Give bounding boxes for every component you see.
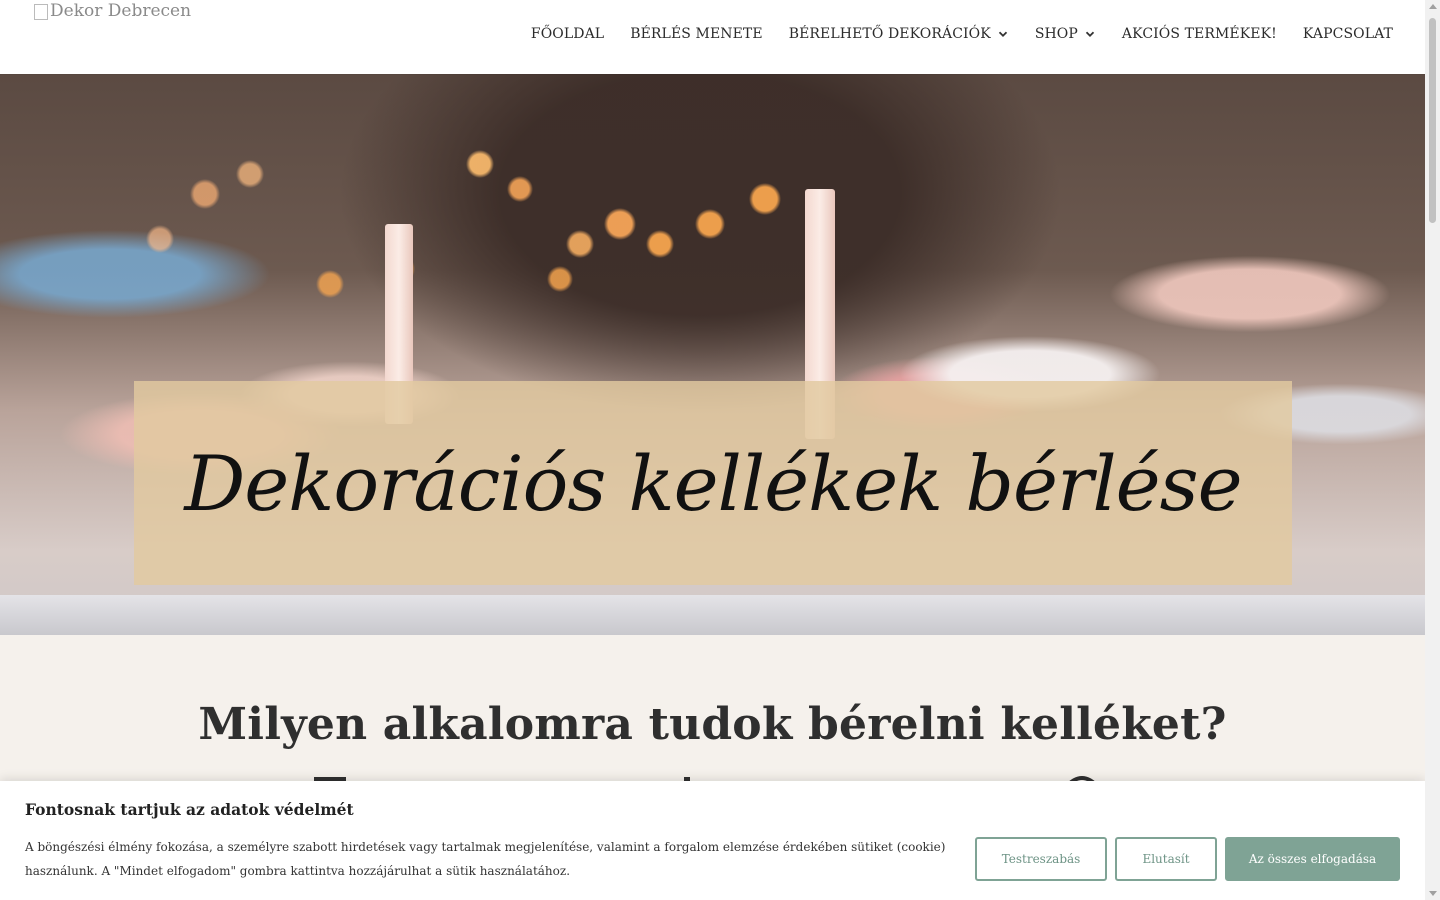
nav-item-contact[interactable]: KAPCSOLAT	[1303, 26, 1393, 42]
nav-label: BÉRELHETŐ DEKORÁCIÓK	[788, 26, 991, 42]
scrollbar-thumb[interactable]	[1429, 18, 1436, 223]
nav-item-rentable-decor[interactable]: BÉRELHETŐ DEKORÁCIÓK	[789, 26, 1009, 42]
hero-title: Dekorációs kellékek bérlése	[184, 438, 1242, 528]
nav-item-shop[interactable]: SHOP	[1035, 26, 1096, 42]
cookie-title: Fontosnak tartjuk az adatok védelmét	[25, 800, 354, 819]
page-scrollbar[interactable]	[1425, 0, 1440, 900]
nav-item-sale-products[interactable]: AKCIÓS TERMÉKEK!	[1122, 26, 1277, 42]
broken-image-icon	[34, 4, 48, 20]
nav-label: BÉRLÉS MENETE	[630, 26, 763, 42]
chevron-down-icon	[1085, 31, 1095, 37]
hero-title-band: Dekorációs kellékek bérlése	[134, 381, 1292, 585]
accept-all-button[interactable]: Az összes elfogadása	[1225, 837, 1400, 881]
cookie-consent-banner: Fontosnak tartjuk az adatok védelmét A b…	[0, 781, 1425, 900]
cookie-text: A böngészési élmény fokozása, a személyr…	[25, 840, 946, 878]
nav-label: SHOP	[1034, 26, 1078, 42]
nav-item-rental-process[interactable]: BÉRLÉS MENETE	[630, 26, 763, 42]
chevron-down-icon	[998, 31, 1007, 37]
scroll-up-arrow-icon[interactable]	[1429, 4, 1437, 9]
customize-button[interactable]: Testreszabás	[975, 837, 1107, 881]
hero-banner: Dekorációs kellékek bérlése	[0, 74, 1425, 635]
site-header: Dekor Debrecen FŐOLDAL BÉRLÉS MENETE BÉR…	[0, 0, 1425, 74]
section-heading: Milyen alkalomra tudok bérelni kelléket?	[198, 698, 1227, 750]
site-logo[interactable]: Dekor Debrecen	[34, 1, 191, 21]
main-nav: FŐOLDAL BÉRLÉS MENETE BÉRELHETŐ DEKORÁCI…	[531, 26, 1393, 42]
table-setting	[0, 595, 1425, 635]
scroll-down-arrow-icon[interactable]	[1429, 891, 1437, 896]
nav-label: KAPCSOLAT	[1302, 26, 1393, 42]
nav-label: AKCIÓS TERMÉKEK!	[1121, 26, 1277, 42]
reject-button[interactable]: Elutasít	[1115, 837, 1217, 881]
nav-label: FŐOLDAL	[530, 26, 605, 42]
nav-item-home[interactable]: FŐOLDAL	[531, 26, 604, 42]
logo-alt-text: Dekor Debrecen	[50, 1, 192, 21]
